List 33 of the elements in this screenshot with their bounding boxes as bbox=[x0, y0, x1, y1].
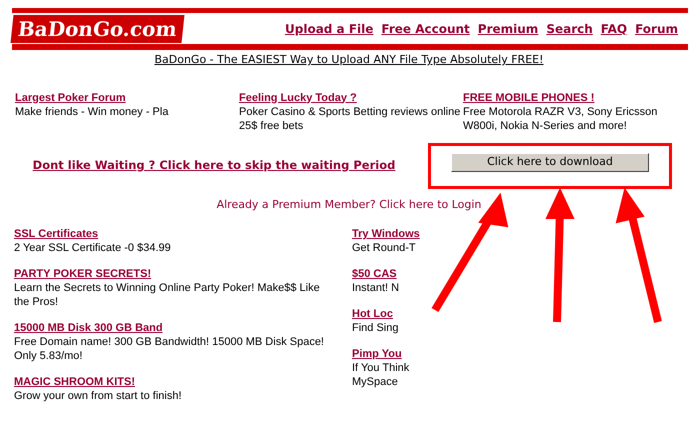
nav-link[interactable]: Forum bbox=[635, 20, 678, 38]
ad-text: Poker Casino & Sports Betting reviews online 25$ free bets bbox=[239, 104, 462, 132]
ad-text: Instant! N bbox=[352, 281, 400, 295]
ad-text: Free Domain name! 300 GB Bandwidth! 15000 MB Disk Space! Only 5.83/mo! bbox=[14, 335, 325, 363]
ad-text: Learn the Secrets to Winning Online Party Poker! Make$$ Like the Pros! bbox=[14, 281, 321, 309]
ad-text: Free Motorola RAZR V3, Sony Ericsson W800i, Nokia N-Series and more! bbox=[463, 104, 658, 132]
nav-link[interactable]: Free Account bbox=[381, 20, 470, 38]
ad-title-link[interactable]: MAGIC SHROOM KITS! bbox=[14, 375, 135, 389]
ad-text: 2 Year SSL Certificate -0 $34.99 bbox=[14, 241, 172, 255]
ad-title-link[interactable]: 15000 MB Disk 300 GB Band bbox=[14, 321, 163, 335]
ad-title-link[interactable]: Feeling Lucky Today ? bbox=[239, 90, 357, 104]
nav-link[interactable]: FAQ bbox=[600, 20, 628, 38]
tagline-link[interactable]: BaDonGo - The EASIEST Way to Upload ANY File Type Absolutely FREE! bbox=[154, 52, 544, 68]
ad-title-link[interactable]: FREE MOBILE PHONES ! bbox=[463, 90, 594, 104]
site-logo[interactable]: BaDonGo.com bbox=[10, 14, 184, 42]
skip-waiting-link[interactable]: Dont like Waiting ? Click here to skip the waiting Period bbox=[32, 156, 396, 174]
download-button[interactable]: Click here to download bbox=[451, 152, 649, 172]
ad-title-link[interactable]: Largest Poker Forum bbox=[15, 90, 126, 104]
ad-text: Find Sing bbox=[352, 321, 400, 335]
ad-title-link[interactable]: SSL Certificates bbox=[14, 227, 98, 241]
ad-title-link[interactable]: Hot Loc bbox=[352, 307, 393, 321]
ad-title-link[interactable]: Pimp You bbox=[352, 347, 402, 361]
ad-title-link[interactable]: $50 CAS bbox=[352, 267, 397, 281]
nav-link[interactable]: Premium bbox=[478, 20, 538, 38]
ad-text: Get Round-T bbox=[352, 241, 417, 255]
ad-title-link[interactable]: Try Windows bbox=[352, 227, 420, 241]
login-link[interactable]: Already a Premium Member? Click here to Login bbox=[216, 196, 482, 213]
ad-text: Make friends - Win money - Pla bbox=[15, 104, 170, 118]
ad-title-link[interactable]: PARTY POKER SECRETS! bbox=[14, 267, 152, 281]
ad-text: If You Think MySpace bbox=[352, 361, 410, 389]
nav-link[interactable]: Search bbox=[546, 20, 593, 38]
nav-link[interactable]: Upload a File bbox=[285, 20, 374, 38]
ad-text: Grow your own from start to finish! bbox=[14, 389, 182, 403]
